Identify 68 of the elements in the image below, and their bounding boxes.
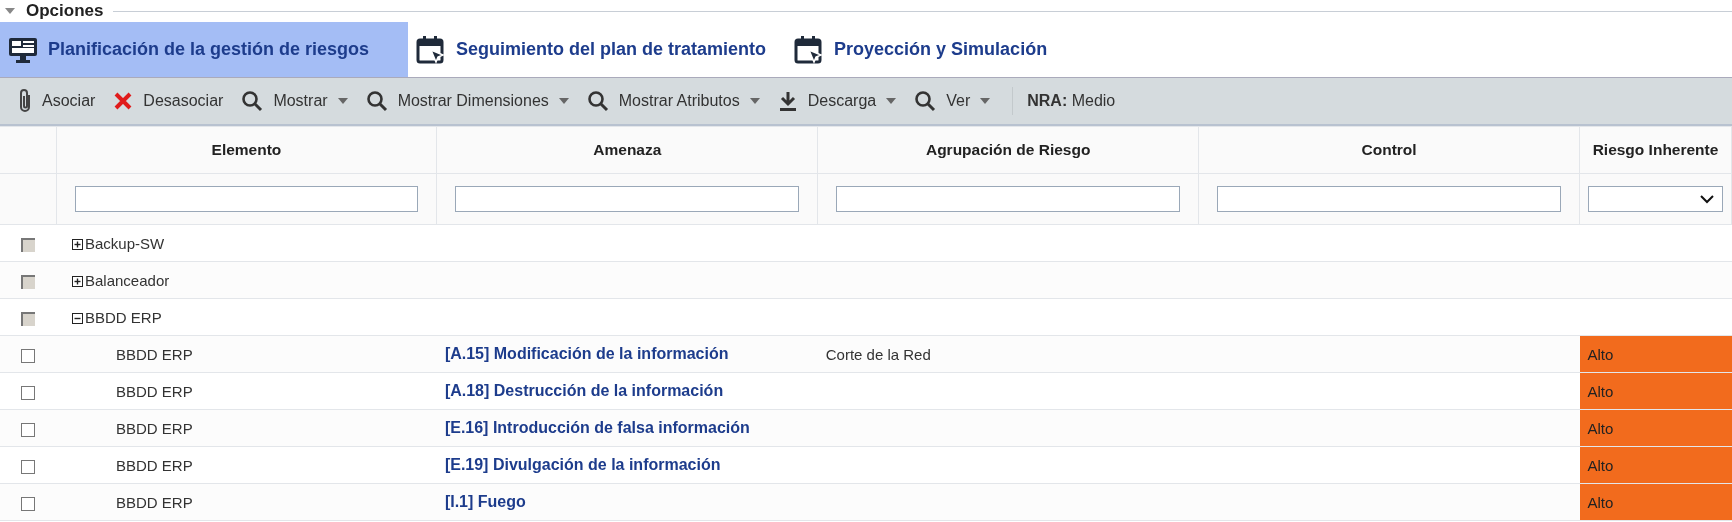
tab[interactable]: Planificación de la gestión de riesgos	[0, 22, 408, 77]
table-cell: Corte de la Red	[825, 345, 931, 363]
chevron-down-icon	[1700, 194, 1714, 204]
search-icon	[365, 90, 388, 112]
table-cell: BBDD ERP	[116, 345, 193, 363]
toolbar-button[interactable]: Ver	[910, 84, 999, 118]
close-icon	[113, 91, 134, 111]
filter-input[interactable]	[74, 186, 419, 212]
caret-icon	[980, 98, 991, 104]
risk-level-cell: Alto	[1579, 483, 1732, 521]
filter-input[interactable]	[836, 186, 1181, 212]
column-header[interactable]: Elemento	[211, 141, 282, 158]
threat-link[interactable]: [I.1] Fuego	[444, 493, 526, 510]
table-cell: BBDD ERP	[116, 419, 193, 437]
checkbox[interactable]	[21, 422, 35, 437]
caret-icon	[886, 98, 897, 104]
threat-link[interactable]: [A.15] Modificación de la información	[444, 345, 729, 362]
threat-link[interactable]: [E.16] Introducción de falsa información	[444, 419, 750, 436]
checkbox[interactable]	[21, 237, 35, 252]
checkbox[interactable]	[21, 348, 35, 363]
checkbox[interactable]	[21, 459, 35, 474]
section-title: Opciones	[26, 1, 104, 21]
caret-icon	[749, 98, 760, 104]
paperclip-icon	[18, 88, 32, 114]
tree-toggle-icon[interactable]	[72, 275, 83, 287]
toolbar-button[interactable]: Mostrar	[237, 84, 356, 118]
caret-icon	[337, 98, 348, 104]
search-icon	[586, 90, 609, 112]
risk-level-cell: Alto	[1579, 446, 1732, 484]
checkbox[interactable]	[21, 385, 35, 400]
search-icon	[241, 90, 264, 112]
table-cell: BBDD ERP	[116, 382, 193, 400]
toolbar-button[interactable]: Descarga	[773, 84, 905, 118]
column-header[interactable]: Agrupación de Riesgo	[925, 141, 1091, 158]
filter-input[interactable]	[1217, 186, 1561, 212]
checkbox[interactable]	[21, 496, 35, 511]
group-name[interactable]: Backup-SW	[85, 234, 165, 252]
toolbar-button[interactable]: Asociar	[14, 84, 104, 118]
collapse-caret-icon[interactable]	[4, 6, 16, 16]
nra-status: NRA: Medio	[1027, 92, 1116, 110]
table-cell: BBDD ERP	[116, 456, 193, 474]
filter-input[interactable]	[455, 186, 800, 212]
checkbox[interactable]	[21, 311, 35, 326]
threat-link[interactable]: [A.18] Destrucción de la información	[444, 382, 724, 399]
table-cell: BBDD ERP	[116, 493, 193, 511]
risk-level-cell: Alto	[1579, 409, 1732, 447]
search-icon	[914, 90, 937, 112]
tab[interactable]: Proyección y Simulación	[786, 22, 1068, 77]
tree-toggle-icon[interactable]	[72, 238, 83, 250]
toolbar-button[interactable]: Desasociar	[109, 84, 232, 118]
filter-dropdown[interactable]	[1588, 186, 1723, 212]
download-icon	[777, 90, 798, 112]
group-name[interactable]: BBDD ERP	[85, 308, 162, 326]
calendar-cursor-icon	[416, 34, 446, 65]
monitor-icon	[8, 35, 38, 64]
risk-level-cell: Alto	[1579, 372, 1732, 410]
toolbar-button[interactable]: Mostrar Dimensiones	[361, 84, 577, 118]
column-header[interactable]: Amenaza	[593, 141, 662, 158]
threat-link[interactable]: [E.19] Divulgación de la información	[444, 456, 721, 473]
checkbox[interactable]	[21, 274, 35, 289]
toolbar-button[interactable]: Mostrar Atributos	[582, 84, 768, 118]
risk-level-cell: Alto	[1579, 335, 1732, 373]
calendar-cursor-icon	[794, 34, 825, 65]
tab[interactable]: Seguimiento del plan de tratamiento	[408, 22, 787, 77]
group-name[interactable]: Balanceador	[85, 271, 170, 289]
column-header[interactable]: Control	[1361, 141, 1417, 158]
tree-toggle-icon[interactable]	[72, 312, 83, 324]
caret-icon	[558, 98, 569, 104]
